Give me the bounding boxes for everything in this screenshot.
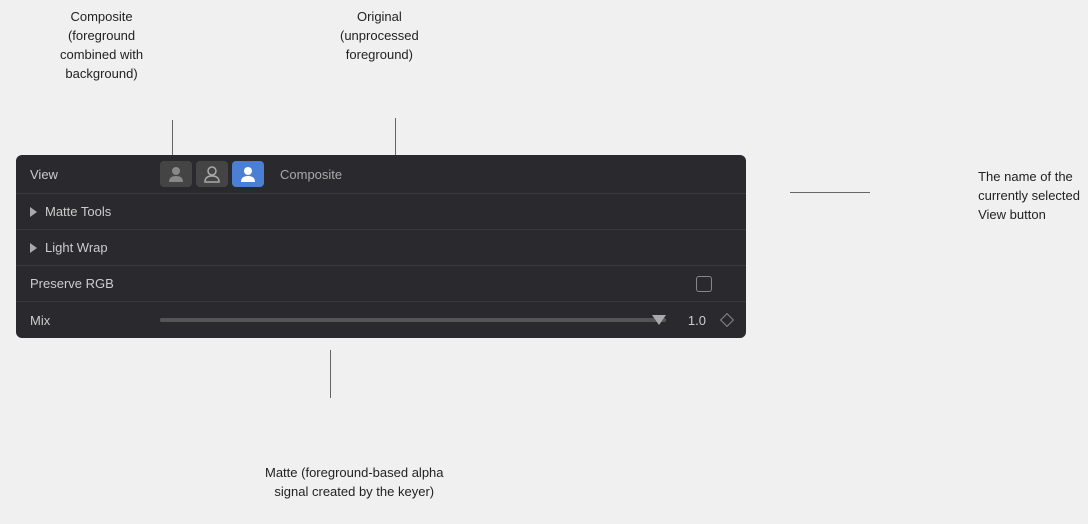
original-annotation: Original(unprocessedforeground) <box>340 8 419 65</box>
matte-tools-label: Matte Tools <box>45 204 111 219</box>
light-wrap-triangle <box>30 243 37 253</box>
view-name-annotation-text: The name of thecurrently selectedView bu… <box>978 169 1080 222</box>
view-buttons-group <box>160 161 264 187</box>
composite-icon <box>238 164 258 184</box>
light-wrap-row[interactable]: Light Wrap <box>16 230 746 266</box>
view-row: View <box>16 155 746 194</box>
preserve-rgb-row: Preserve RGB <box>16 266 746 302</box>
preserve-rgb-checkbox[interactable] <box>696 276 712 292</box>
mix-slider-fill <box>160 318 666 322</box>
light-wrap-label: Light Wrap <box>45 240 108 255</box>
mix-content: 1.0 <box>160 313 732 328</box>
original-view-button[interactable] <box>196 161 228 187</box>
composite-view-name: Composite <box>280 167 342 182</box>
mix-label: Mix <box>30 313 160 328</box>
view-row-content: Composite <box>160 161 732 187</box>
keyer-panel: View <box>16 155 746 338</box>
matte-view-button[interactable] <box>160 161 192 187</box>
mix-keyframe-button[interactable] <box>720 313 734 327</box>
preserve-rgb-label: Preserve RGB <box>30 276 160 291</box>
view-name-annotation: The name of thecurrently selectedView bu… <box>978 168 1080 225</box>
matte-icon <box>166 164 186 184</box>
mix-value-display: 1.0 <box>676 313 706 328</box>
composite-annotation: Composite(foregroundcombined withbackgro… <box>60 8 143 83</box>
preserve-rgb-checkbox-container <box>160 276 732 292</box>
view-name-connector-line <box>790 192 870 193</box>
composite-annotation-text: Composite(foregroundcombined withbackgro… <box>60 9 143 81</box>
matte-annotation-text: Matte (foreground-based alphasignal crea… <box>265 465 444 499</box>
matte-tools-triangle <box>30 207 37 217</box>
preserve-rgb-content <box>160 276 732 292</box>
original-icon <box>202 164 222 184</box>
matte-connector-line <box>330 350 331 398</box>
light-wrap-expandable[interactable]: Light Wrap <box>30 240 108 255</box>
mix-slider-track[interactable] <box>160 318 666 322</box>
original-annotation-text: Original(unprocessedforeground) <box>340 9 419 62</box>
mix-slider-container: 1.0 <box>160 313 732 328</box>
matte-annotation: Matte (foreground-based alphasignal crea… <box>265 464 444 502</box>
matte-tools-row[interactable]: Matte Tools <box>16 194 746 230</box>
view-label: View <box>30 167 160 182</box>
mix-row: Mix 1.0 <box>16 302 746 338</box>
mix-slider-thumb[interactable] <box>652 315 666 325</box>
matte-tools-expandable[interactable]: Matte Tools <box>30 204 111 219</box>
composite-view-button[interactable] <box>232 161 264 187</box>
